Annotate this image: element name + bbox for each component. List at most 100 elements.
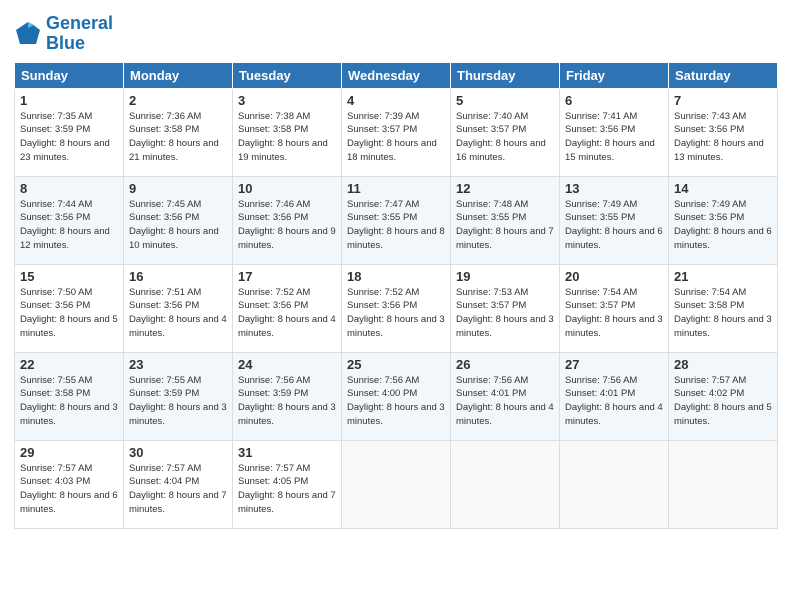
table-row: 17 Sunrise: 7:52 AMSunset: 3:56 PMDayligh… — [233, 264, 342, 352]
day-number: 2 — [129, 93, 227, 108]
table-row: 2 Sunrise: 7:36 AMSunset: 3:58 PMDaylight… — [124, 88, 233, 176]
day-number: 13 — [565, 181, 663, 196]
day-number: 16 — [129, 269, 227, 284]
day-number: 9 — [129, 181, 227, 196]
table-row: 18 Sunrise: 7:52 AMSunset: 3:56 PMDayligh… — [342, 264, 451, 352]
day-info: Sunrise: 7:52 AMSunset: 3:56 PMDaylight:… — [238, 286, 336, 341]
day-info: Sunrise: 7:40 AMSunset: 3:57 PMDaylight:… — [456, 110, 554, 165]
table-row: 10 Sunrise: 7:46 AMSunset: 3:56 PMDayligh… — [233, 176, 342, 264]
day-info: Sunrise: 7:52 AMSunset: 3:56 PMDaylight:… — [347, 286, 445, 341]
day-number: 1 — [20, 93, 118, 108]
logo-icon — [14, 20, 42, 48]
col-tuesday: Tuesday — [233, 62, 342, 88]
day-info: Sunrise: 7:53 AMSunset: 3:57 PMDaylight:… — [456, 286, 554, 341]
table-row: 30 Sunrise: 7:57 AMSunset: 4:04 PMDayligh… — [124, 440, 233, 528]
day-number: 30 — [129, 445, 227, 460]
table-row: 12Sunrise: 7:48 AMSunset: 3:55 PMDayligh… — [451, 176, 560, 264]
day-info: Sunrise: 7:49 AMSunset: 3:55 PMDaylight:… — [565, 198, 663, 253]
table-row: 27Sunrise: 7:56 AMSunset: 4:01 PMDayligh… — [560, 352, 669, 440]
day-number: 12 — [456, 181, 554, 196]
day-number: 18 — [347, 269, 445, 284]
day-number: 27 — [565, 357, 663, 372]
table-row: 14Sunrise: 7:49 AMSunset: 3:56 PMDayligh… — [669, 176, 778, 264]
day-info: Sunrise: 7:51 AMSunset: 3:56 PMDaylight:… — [129, 286, 227, 341]
col-thursday: Thursday — [451, 62, 560, 88]
table-row: 22 Sunrise: 7:55 AMSunset: 3:58 PMDayligh… — [15, 352, 124, 440]
table-row: 25 Sunrise: 7:56 AMSunset: 4:00 PMDayligh… — [342, 352, 451, 440]
table-row — [451, 440, 560, 528]
calendar-week-row: 22 Sunrise: 7:55 AMSunset: 3:58 PMDayligh… — [15, 352, 778, 440]
table-row: 26 Sunrise: 7:56 AMSunset: 4:01 PMDayligh… — [451, 352, 560, 440]
day-info: Sunrise: 7:54 AMSunset: 3:57 PMDaylight:… — [565, 286, 663, 341]
table-row: 5 Sunrise: 7:40 AMSunset: 3:57 PMDaylight… — [451, 88, 560, 176]
day-number: 14 — [674, 181, 772, 196]
day-info: Sunrise: 7:57 AMSunset: 4:05 PMDaylight:… — [238, 462, 336, 517]
day-info: Sunrise: 7:50 AMSunset: 3:56 PMDaylight:… — [20, 286, 118, 341]
table-row — [342, 440, 451, 528]
logo-general: General — [46, 13, 113, 33]
table-row: 20 Sunrise: 7:54 AMSunset: 3:57 PMDayligh… — [560, 264, 669, 352]
table-row: 13 Sunrise: 7:49 AMSunset: 3:55 PMDayligh… — [560, 176, 669, 264]
table-row: 3 Sunrise: 7:38 AMSunset: 3:58 PMDaylight… — [233, 88, 342, 176]
day-number: 10 — [238, 181, 336, 196]
day-number: 17 — [238, 269, 336, 284]
table-row: 21 Sunrise: 7:54 AMSunset: 3:58 PMDayligh… — [669, 264, 778, 352]
day-number: 15 — [20, 269, 118, 284]
table-row: 28 Sunrise: 7:57 AMSunset: 4:02 PMDayligh… — [669, 352, 778, 440]
day-number: 7 — [674, 93, 772, 108]
day-info: Sunrise: 7:57 AMSunset: 4:03 PMDaylight:… — [20, 462, 118, 517]
day-info: Sunrise: 7:39 AMSunset: 3:57 PMDaylight:… — [347, 110, 445, 165]
day-number: 29 — [20, 445, 118, 460]
day-number: 3 — [238, 93, 336, 108]
day-number: 28 — [674, 357, 772, 372]
day-info: Sunrise: 7:56 AMSunset: 4:01 PMDaylight:… — [456, 374, 554, 429]
table-row: 19 Sunrise: 7:53 AMSunset: 3:57 PMDayligh… — [451, 264, 560, 352]
day-info: Sunrise: 7:46 AMSunset: 3:56 PMDaylight:… — [238, 198, 336, 253]
day-number: 20 — [565, 269, 663, 284]
day-info: Sunrise: 7:44 AMSunset: 3:56 PMDaylight:… — [20, 198, 118, 253]
day-info: Sunrise: 7:56 AMSunset: 3:59 PMDaylight:… — [238, 374, 336, 429]
day-info: Sunrise: 7:54 AMSunset: 3:58 PMDaylight:… — [674, 286, 772, 341]
logo-blue: Blue — [46, 34, 113, 54]
day-number: 21 — [674, 269, 772, 284]
day-number: 26 — [456, 357, 554, 372]
table-row: 9Sunrise: 7:45 AMSunset: 3:56 PMDaylight… — [124, 176, 233, 264]
logo-text: General Blue — [46, 14, 113, 54]
calendar-page: General Blue Sunday Monday Tuesday Wedne… — [0, 0, 792, 612]
day-number: 19 — [456, 269, 554, 284]
table-row: 24 Sunrise: 7:56 AMSunset: 3:59 PMDayligh… — [233, 352, 342, 440]
table-row: 11 Sunrise: 7:47 AMSunset: 3:55 PMDayligh… — [342, 176, 451, 264]
table-row: 23Sunrise: 7:55 AMSunset: 3:59 PMDayligh… — [124, 352, 233, 440]
day-info: Sunrise: 7:36 AMSunset: 3:58 PMDaylight:… — [129, 110, 227, 165]
day-number: 25 — [347, 357, 445, 372]
day-info: Sunrise: 7:55 AMSunset: 3:58 PMDaylight:… — [20, 374, 118, 429]
day-info: Sunrise: 7:38 AMSunset: 3:58 PMDaylight:… — [238, 110, 336, 165]
calendar-week-row: 29 Sunrise: 7:57 AMSunset: 4:03 PMDayligh… — [15, 440, 778, 528]
col-wednesday: Wednesday — [342, 62, 451, 88]
day-info: Sunrise: 7:47 AMSunset: 3:55 PMDaylight:… — [347, 198, 445, 253]
col-sunday: Sunday — [15, 62, 124, 88]
table-row: 4 Sunrise: 7:39 AMSunset: 3:57 PMDaylight… — [342, 88, 451, 176]
table-row: 16 Sunrise: 7:51 AMSunset: 3:56 PMDayligh… — [124, 264, 233, 352]
day-number: 8 — [20, 181, 118, 196]
day-info: Sunrise: 7:57 AMSunset: 4:02 PMDaylight:… — [674, 374, 772, 429]
calendar-header-row: Sunday Monday Tuesday Wednesday Thursday… — [15, 62, 778, 88]
col-friday: Friday — [560, 62, 669, 88]
day-number: 11 — [347, 181, 445, 196]
col-saturday: Saturday — [669, 62, 778, 88]
day-info: Sunrise: 7:56 AMSunset: 4:00 PMDaylight:… — [347, 374, 445, 429]
calendar-table: Sunday Monday Tuesday Wednesday Thursday… — [14, 62, 778, 529]
day-number: 4 — [347, 93, 445, 108]
day-info: Sunrise: 7:35 AMSunset: 3:59 PMDaylight:… — [20, 110, 118, 165]
table-row: 8 Sunrise: 7:44 AMSunset: 3:56 PMDaylight… — [15, 176, 124, 264]
page-header: General Blue — [14, 10, 778, 54]
calendar-week-row: 15 Sunrise: 7:50 AMSunset: 3:56 PMDayligh… — [15, 264, 778, 352]
table-row: 6Sunrise: 7:41 AMSunset: 3:56 PMDaylight… — [560, 88, 669, 176]
day-number: 22 — [20, 357, 118, 372]
day-info: Sunrise: 7:57 AMSunset: 4:04 PMDaylight:… — [129, 462, 227, 517]
day-number: 23 — [129, 357, 227, 372]
day-number: 24 — [238, 357, 336, 372]
table-row: 15 Sunrise: 7:50 AMSunset: 3:56 PMDayligh… — [15, 264, 124, 352]
table-row: 29 Sunrise: 7:57 AMSunset: 4:03 PMDayligh… — [15, 440, 124, 528]
day-number: 5 — [456, 93, 554, 108]
